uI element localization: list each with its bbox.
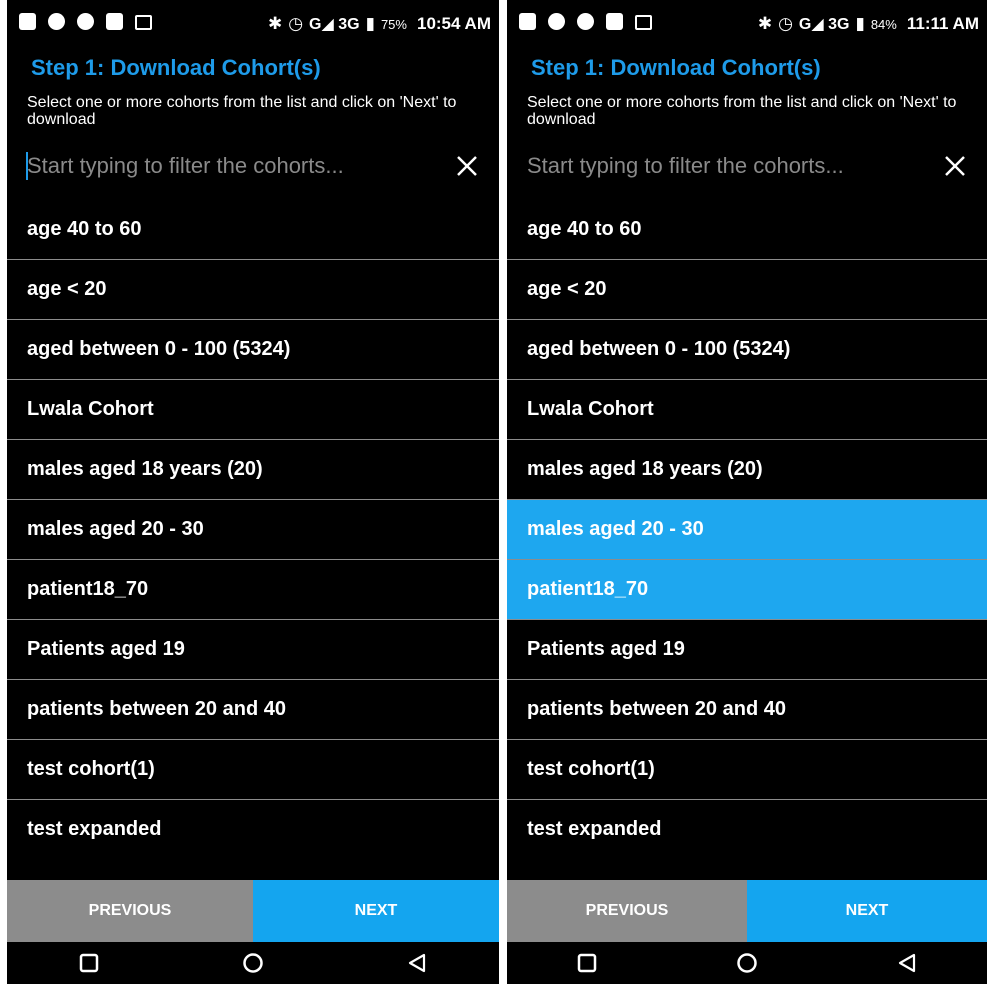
sync-icon	[548, 13, 565, 30]
alarm-icon: ◷	[778, 14, 793, 33]
status-bar: ✱ ◷ G◢ 3G ▮ 75% 10:54 AM	[7, 0, 499, 50]
page-title: Step 1: Download Cohort(s)	[31, 55, 321, 80]
back-icon[interactable]	[896, 952, 918, 974]
back-icon[interactable]	[406, 952, 428, 974]
app-notification-icon	[606, 13, 623, 30]
phone-screen-right: ✱ ◷ G◢ 3G ▮ 84% 11:11 AM Step 1: Downloa…	[507, 0, 987, 984]
signal-indicator: G◢ 3G	[309, 16, 360, 33]
next-button[interactable]: NEXT	[747, 880, 987, 942]
system-nav-bar	[7, 942, 499, 984]
home-icon[interactable]	[736, 952, 758, 974]
text-cursor	[26, 152, 28, 180]
bluetooth-icon: ✱	[267, 14, 283, 33]
app-notification-icon	[106, 13, 123, 30]
cohort-list-item[interactable]: males aged 18 years (20)	[7, 440, 499, 500]
clock: 10:54 AM	[416, 14, 491, 33]
recents-icon[interactable]	[78, 952, 100, 974]
page-title: Step 1: Download Cohort(s)	[531, 55, 821, 80]
cohort-list-item[interactable]: males aged 20 - 30	[7, 500, 499, 560]
cohort-list-item[interactable]: test expanded	[507, 800, 987, 859]
signal-indicator: G◢ 3G	[798, 16, 850, 33]
cohort-list-item[interactable]: age 40 to 60	[7, 200, 499, 260]
cohort-list-item[interactable]: patients between 20 and 40	[507, 680, 987, 740]
image-icon	[135, 15, 152, 30]
battery-icon: ▮	[365, 14, 375, 33]
close-icon[interactable]	[453, 152, 481, 180]
cohort-list-item[interactable]: age < 20	[7, 260, 499, 320]
cohort-list-item[interactable]: test cohort(1)	[7, 740, 499, 800]
location-icon	[577, 13, 594, 30]
phone-screen-left: ✱ ◷ G◢ 3G ▮ 75% 10:54 AM Step 1: Downloa…	[7, 0, 499, 984]
battery-percent: 75%	[380, 16, 407, 32]
cohort-filter-input[interactable]	[525, 153, 941, 179]
page-subtitle: Select one or more cohorts from the list…	[527, 94, 957, 128]
cohort-list: age 40 to 60 age < 20 aged between 0 - 1…	[507, 200, 987, 859]
sync-icon	[48, 13, 65, 30]
cohort-list-item[interactable]: Lwala Cohort	[507, 380, 987, 440]
cohort-list-item-selected[interactable]: patient18_70	[507, 560, 987, 620]
cohort-list-item[interactable]: Patients aged 19	[507, 620, 987, 680]
cohort-list-item[interactable]: patients between 20 and 40	[7, 680, 499, 740]
status-bar: ✱ ◷ G◢ 3G ▮ 84% 11:11 AM	[507, 0, 987, 50]
cohort-list-item[interactable]: patient18_70	[7, 560, 499, 620]
cohort-list-item[interactable]: males aged 18 years (20)	[507, 440, 987, 500]
filter-row	[25, 144, 481, 188]
filter-row	[525, 144, 969, 188]
cohort-list-item[interactable]: Lwala Cohort	[7, 380, 499, 440]
cohort-list-item[interactable]: test cohort(1)	[507, 740, 987, 800]
bluetooth-icon: ✱	[757, 14, 773, 33]
cohort-list-item[interactable]: age 40 to 60	[507, 200, 987, 260]
cohort-list-item[interactable]: test expanded	[7, 800, 499, 859]
message-icon	[519, 13, 536, 30]
cohort-list: age 40 to 60 age < 20 aged between 0 - 1…	[7, 200, 499, 859]
previous-button[interactable]: PREVIOUS	[507, 880, 747, 942]
cohort-list-item[interactable]: age < 20	[507, 260, 987, 320]
cohort-list-item[interactable]: Patients aged 19	[7, 620, 499, 680]
recents-icon[interactable]	[576, 952, 598, 974]
location-icon	[77, 13, 94, 30]
home-icon[interactable]	[242, 952, 264, 974]
image-icon	[635, 15, 652, 30]
system-nav-bar	[507, 942, 987, 984]
close-icon[interactable]	[941, 152, 969, 180]
alarm-icon: ◷	[288, 14, 304, 33]
clock: 11:11 AM	[906, 14, 979, 33]
cohort-list-item-selected[interactable]: males aged 20 - 30	[507, 500, 987, 560]
cohort-filter-input[interactable]	[25, 153, 453, 179]
wizard-footer: PREVIOUS NEXT	[507, 880, 987, 942]
cohort-list-item[interactable]: aged between 0 - 100 (5324)	[7, 320, 499, 380]
page-subtitle: Select one or more cohorts from the list…	[27, 94, 457, 128]
battery-icon: ▮	[855, 14, 865, 33]
message-icon	[19, 13, 36, 30]
cohort-list-item[interactable]: aged between 0 - 100 (5324)	[507, 320, 987, 380]
previous-button[interactable]: PREVIOUS	[7, 880, 253, 942]
wizard-footer: PREVIOUS NEXT	[7, 880, 499, 942]
battery-percent: 84%	[870, 16, 897, 32]
next-button[interactable]: NEXT	[253, 880, 499, 942]
